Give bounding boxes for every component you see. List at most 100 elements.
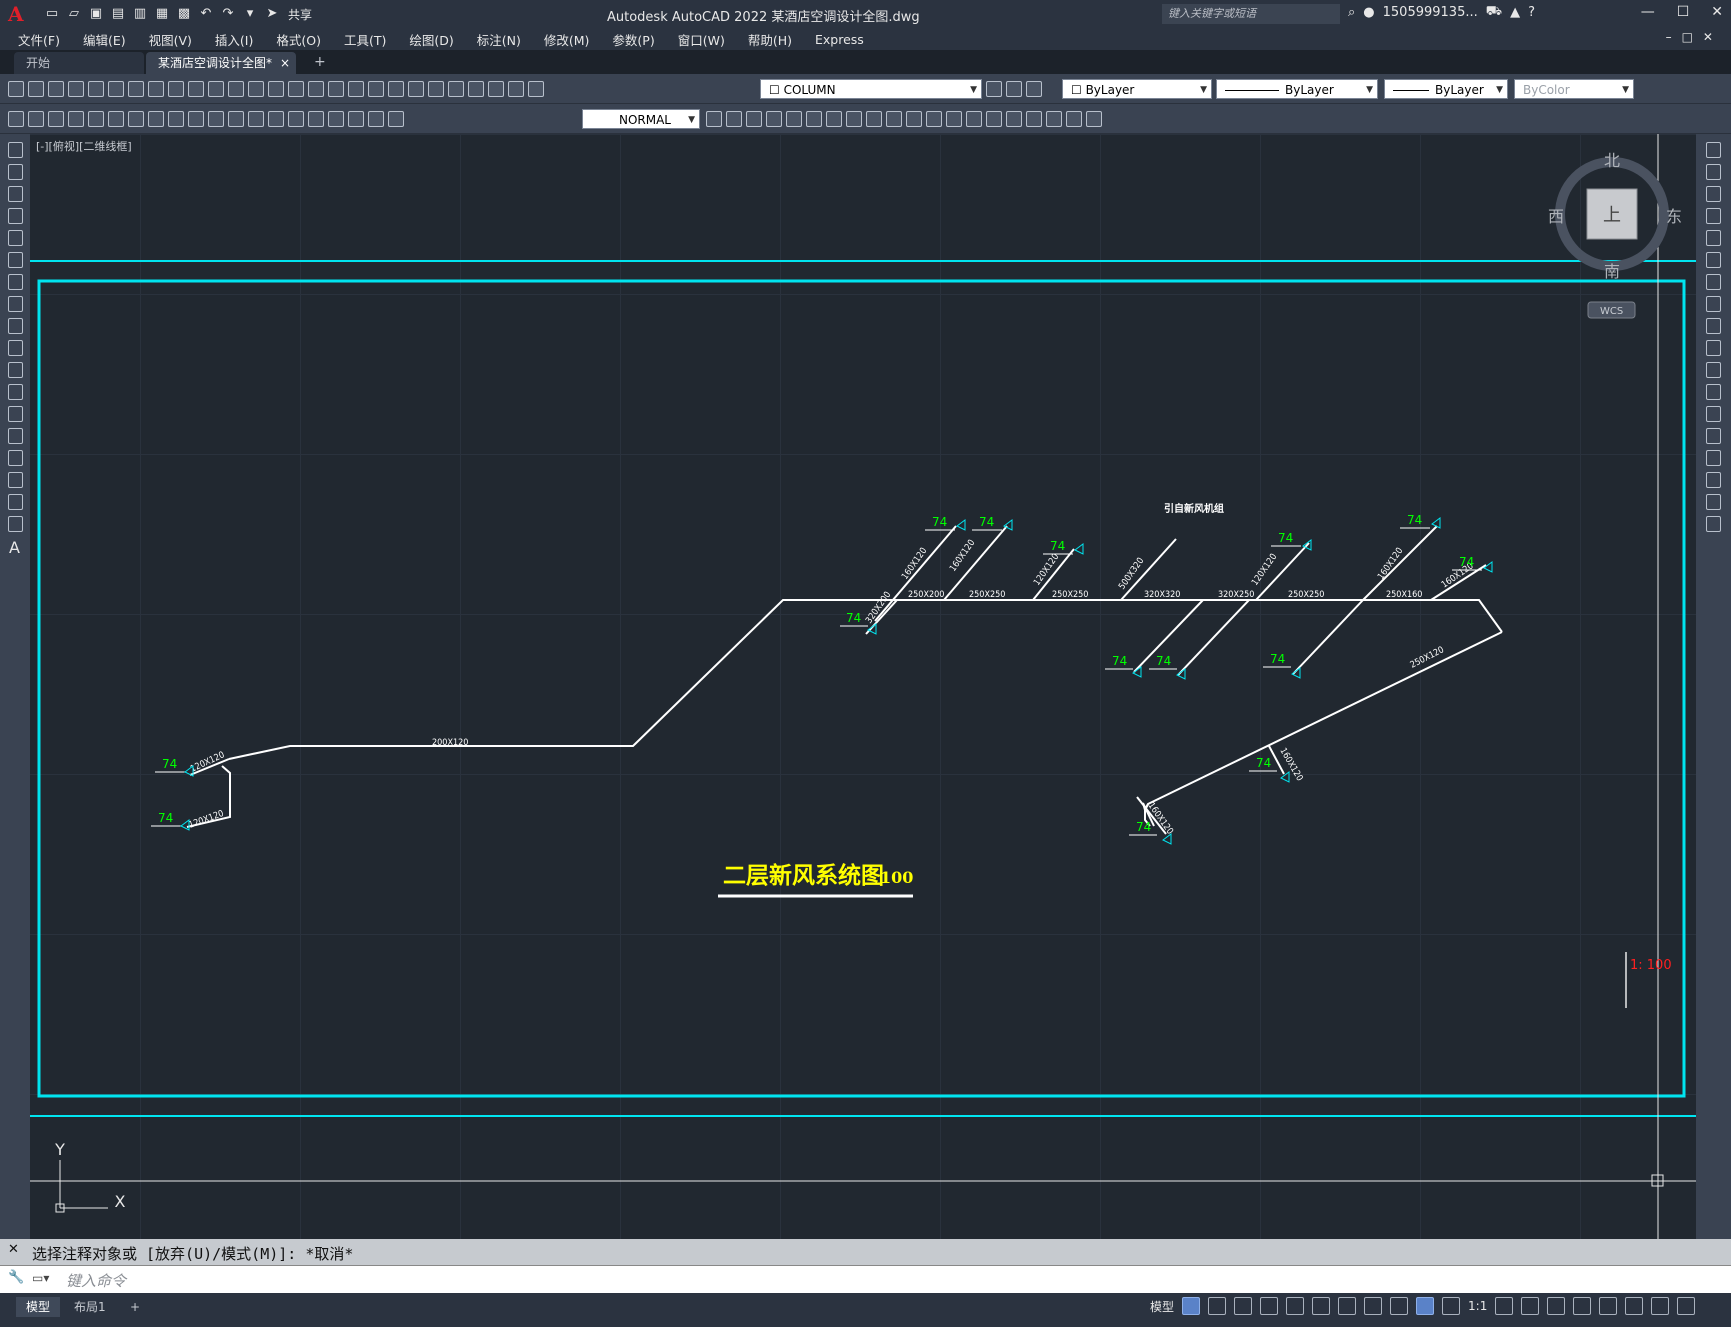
diffuser-1: 74 — [155, 757, 194, 777]
tab-layout1[interactable]: 布局1 — [64, 1297, 116, 1317]
lineweight-icon[interactable] — [1364, 1297, 1383, 1315]
command-line[interactable]: 🔧 ▭▾ 键入命令 — [0, 1265, 1731, 1293]
compass-south[interactable]: 南 — [1604, 262, 1620, 281]
command-close-icon[interactable]: ✕ — [8, 1242, 19, 1257]
duct-label-b1: 160X120 — [900, 546, 929, 582]
drawing-svg: 上 北 南 东 西 WCS Y X 1: 100 200X120 120X120… — [30, 134, 1696, 1239]
clean-screen-icon[interactable] — [1651, 1297, 1670, 1315]
snap-icon[interactable] — [1208, 1297, 1227, 1315]
diffuser-label: 74 — [1256, 756, 1271, 770]
auto-scale-icon[interactable] — [1442, 1297, 1461, 1315]
branch-1 — [874, 525, 957, 622]
autocad-window: A ▭ ▱ ▣ ▤ ▥ ▦ ▩ ↶ ↷ ▾ ➤ 共享 Autodesk Auto… — [0, 0, 1731, 1327]
status-tray: 模型 1:1 — [1150, 1297, 1696, 1315]
isodraft-icon[interactable] — [1286, 1297, 1305, 1315]
compass-west[interactable]: 西 — [1548, 207, 1564, 226]
ucs-icon — [55, 1160, 108, 1213]
customization-menu-icon[interactable] — [1677, 1297, 1696, 1315]
duct-label-main-left: 200X120 — [432, 738, 468, 748]
branch-down-2 — [1177, 599, 1250, 676]
command-prompt-icon[interactable]: ▭▾ — [32, 1271, 49, 1285]
command-history-text: 选择注释对象或 [放弃(U)/模式(M)]: *取消* — [32, 1245, 354, 1263]
wrench-icon[interactable]: 🔧 — [8, 1270, 24, 1285]
break-point-icon[interactable] — [1706, 384, 1721, 400]
grid-icon[interactable] — [1182, 1297, 1201, 1315]
ortho-icon[interactable] — [1234, 1297, 1253, 1315]
duct-label-b5: 120X120 — [1250, 552, 1279, 588]
duct-label-d5: 320X320 — [1144, 590, 1180, 600]
erase-icon[interactable] — [1706, 142, 1721, 158]
mirror-icon[interactable] — [1706, 186, 1721, 202]
drawing-title: 二层新风系统图 — [723, 862, 884, 889]
diffuser-label: 74 — [1050, 539, 1065, 553]
scale-icon[interactable] — [1706, 296, 1721, 312]
rotate-icon[interactable] — [1706, 274, 1721, 290]
duct-label-d3: 250X250 — [969, 590, 1005, 600]
extend-icon[interactable] — [1706, 362, 1721, 378]
model-space-toggle[interactable]: 模型 — [1150, 1298, 1174, 1315]
branch-6 — [1362, 525, 1438, 601]
diffuser-label: 74 — [1112, 654, 1127, 668]
duct-label-d6: 320X250 — [1218, 590, 1254, 600]
hardware-acceleration-icon[interactable] — [1625, 1297, 1644, 1315]
modify-strip-tools — [1706, 142, 1721, 532]
add-layout-button[interactable]: + — [120, 1297, 150, 1317]
trim-icon[interactable] — [1706, 340, 1721, 356]
duct-label-d4: 250X250 — [1052, 590, 1088, 600]
transparency-icon[interactable] — [1390, 1297, 1409, 1315]
osnap-icon[interactable] — [1338, 1297, 1357, 1315]
small-title: 引自新风机组 — [1164, 502, 1224, 515]
annotation-scale[interactable]: 1:1 — [1468, 1299, 1487, 1313]
diffuser-label: 74 — [1459, 555, 1474, 569]
diffuser-2: 74 — [151, 811, 190, 831]
isolate-objects-icon[interactable] — [1599, 1297, 1618, 1315]
duct-system — [186, 525, 1503, 835]
ucs-x-label: X — [115, 1192, 126, 1211]
diffuser-marker — [1431, 517, 1441, 529]
osnap-tracking-icon[interactable] — [1312, 1297, 1331, 1315]
diffuser-label: 74 — [1136, 820, 1151, 834]
explode-icon[interactable] — [1706, 516, 1721, 532]
diffuser-label: 74 — [1156, 654, 1171, 668]
diffuser-marker — [956, 519, 966, 531]
duct-label-b6: 160X120 — [1376, 546, 1405, 582]
offset-icon[interactable] — [1706, 208, 1721, 224]
diffuser-6: 74 — [1043, 539, 1084, 555]
diffuser-marker — [1074, 543, 1084, 555]
compass-north[interactable]: 北 — [1604, 151, 1620, 170]
chamfer-icon[interactable] — [1706, 450, 1721, 466]
duct-label-diag: 250X120 — [1409, 645, 1446, 670]
compass-east[interactable]: 东 — [1666, 207, 1682, 226]
diffuser-7: 74 — [1105, 654, 1142, 678]
diffuser-label: 74 — [979, 515, 994, 529]
tab-model[interactable]: 模型 — [16, 1297, 61, 1317]
viewcube-face-label: 上 — [1603, 205, 1621, 226]
duct-labels: 200X120 120X120 120X120 320X200 250X200 … — [188, 538, 1476, 836]
copy-object-icon[interactable] — [1706, 164, 1721, 180]
diffuser-marker — [180, 819, 190, 831]
blend-icon[interactable] — [1706, 494, 1721, 510]
move-icon[interactable] — [1706, 252, 1721, 268]
diffuser-marker — [1280, 771, 1290, 783]
diffuser-8: 74 — [1149, 654, 1186, 680]
viewcube[interactable]: 上 北 南 东 西 WCS — [1548, 151, 1682, 319]
ucs-y-label: Y — [54, 1140, 65, 1159]
annotation-visibility-icon[interactable] — [1416, 1297, 1435, 1315]
diffuser-4: 74 — [925, 515, 966, 531]
join-icon[interactable] — [1706, 428, 1721, 444]
command-input[interactable]: 键入命令 — [66, 1270, 126, 1291]
stretch-icon[interactable] — [1706, 318, 1721, 334]
break-icon[interactable] — [1706, 406, 1721, 422]
diffuser-10: 74 — [1263, 652, 1301, 679]
polar-icon[interactable] — [1260, 1297, 1279, 1315]
command-history: ✕ 选择注释对象或 [放弃(U)/模式(M)]: *取消* — [0, 1239, 1731, 1265]
units-icon[interactable] — [1547, 1297, 1566, 1315]
array-icon[interactable] — [1706, 230, 1721, 246]
workspace-gear-icon[interactable] — [1495, 1297, 1514, 1315]
annotation-monitor-icon[interactable] — [1521, 1297, 1540, 1315]
fillet-icon[interactable] — [1706, 472, 1721, 488]
duct-label-d7: 250X250 — [1288, 590, 1324, 600]
diffuser-label: 74 — [932, 515, 947, 529]
diffuser-label: 74 — [158, 811, 173, 825]
quick-properties-icon[interactable] — [1573, 1297, 1592, 1315]
